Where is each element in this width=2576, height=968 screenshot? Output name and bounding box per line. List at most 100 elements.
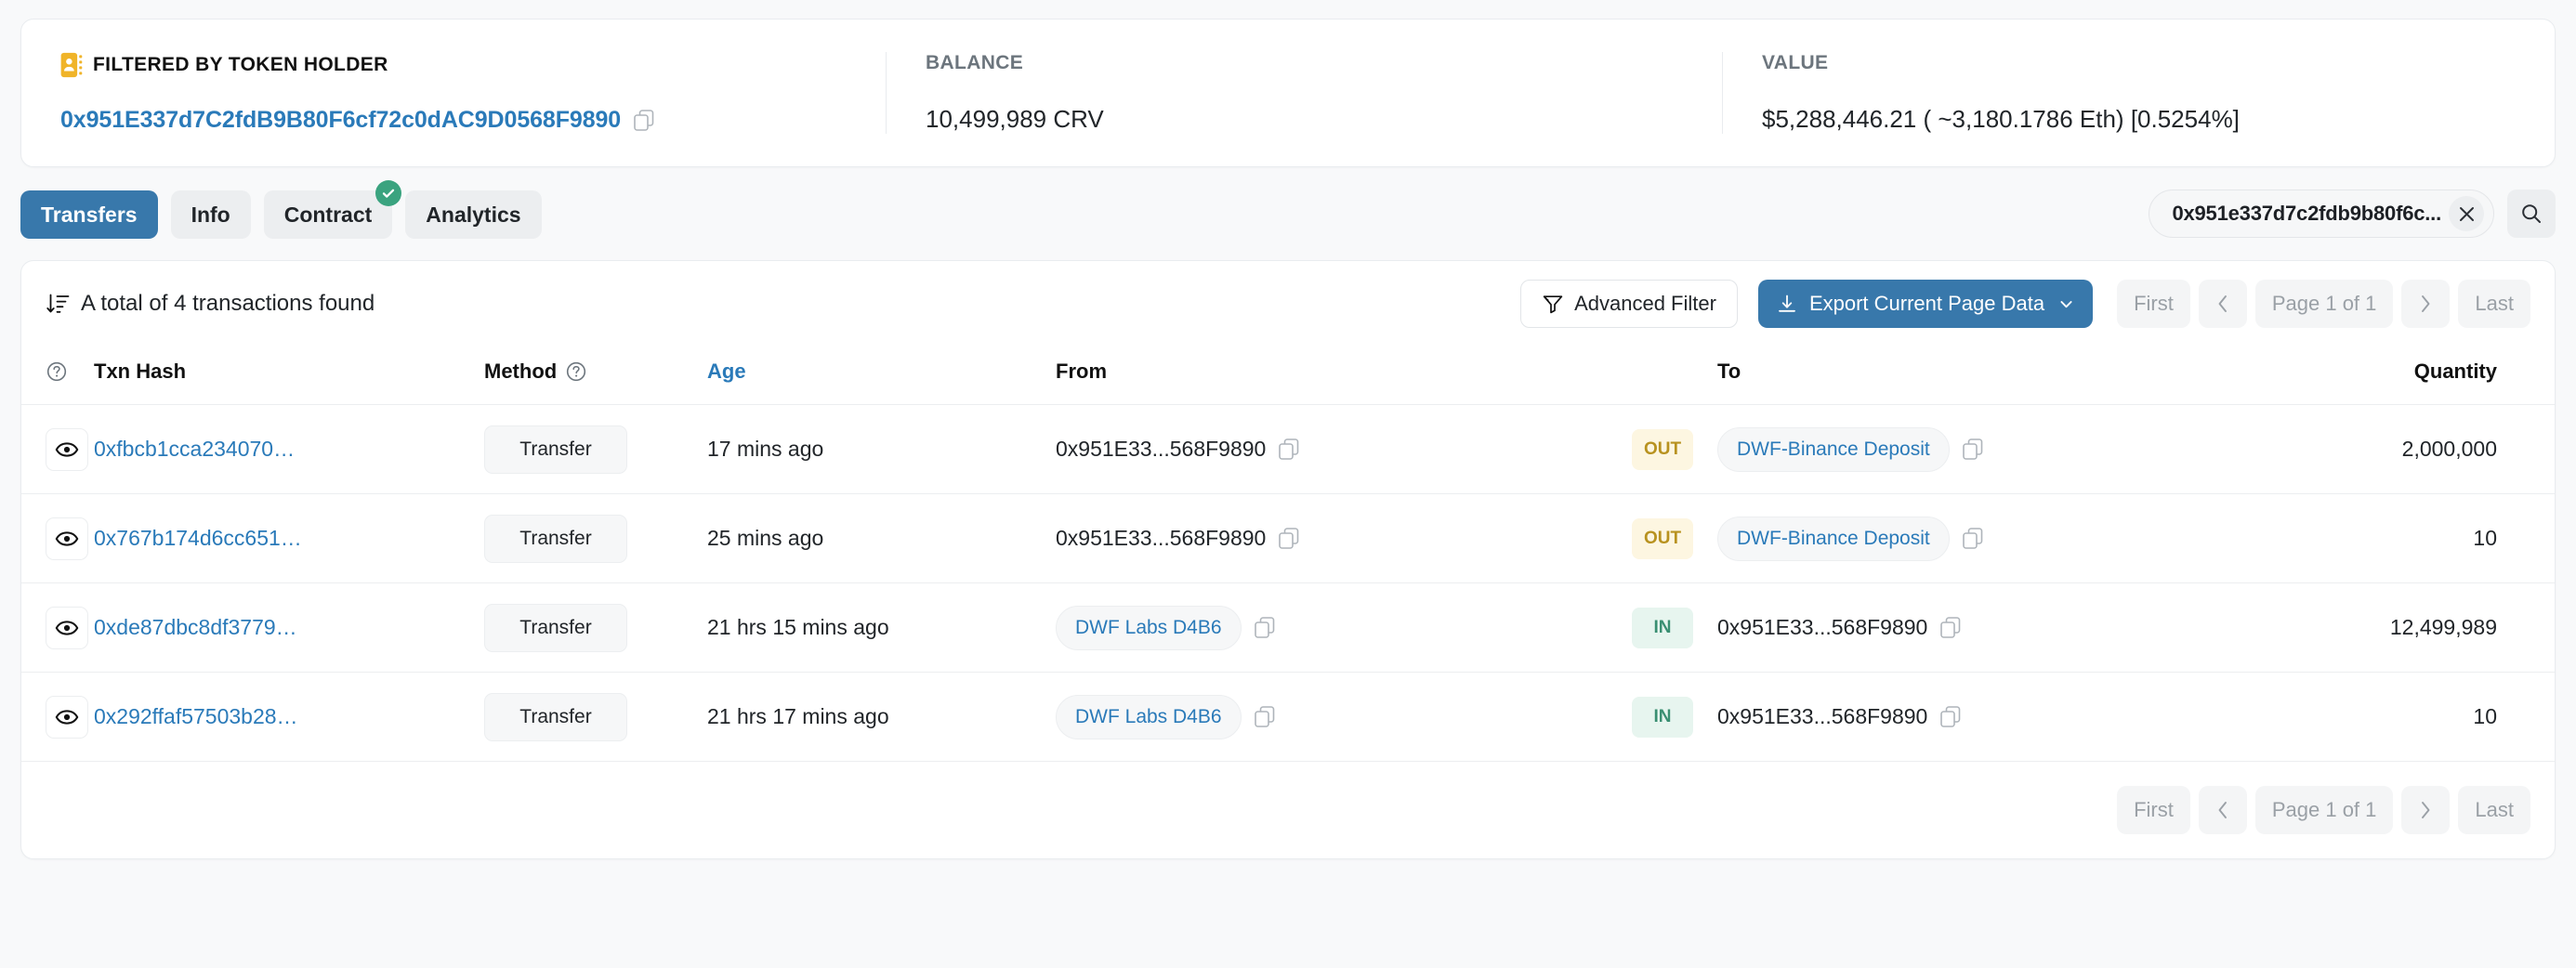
- chevron-left-icon: [2218, 802, 2227, 818]
- copy-icon[interactable]: [1962, 528, 1983, 549]
- preview-button[interactable]: [46, 427, 88, 471]
- row-to-cell: DWF-Binance Deposit: [1717, 404, 2256, 494]
- from-address-chip[interactable]: DWF Labs D4B6: [1056, 605, 1242, 650]
- clear-search-button[interactable]: [2449, 196, 2484, 231]
- pagination-next-button-bottom[interactable]: [2401, 786, 2451, 834]
- header-method: Method: [484, 347, 707, 405]
- tab-info[interactable]: Info: [170, 190, 251, 239]
- tab-analytics[interactable]: Analytics: [405, 190, 542, 239]
- copy-icon[interactable]: [634, 110, 654, 131]
- from-address: 0x951E33...568F9890: [1056, 526, 1267, 550]
- filter-address-row: 0x951E337d7C2fdB9B80F6cf72c0dAC9D0568F98…: [60, 107, 847, 134]
- row-direction-cell: OUT: [1632, 404, 1717, 494]
- filter-label-text: FILTERED BY TOKEN HOLDER: [93, 54, 388, 75]
- copy-icon[interactable]: [1962, 438, 1983, 460]
- copy-icon[interactable]: [1279, 528, 1299, 549]
- copy-icon[interactable]: [1254, 706, 1275, 727]
- table-row: 0x292ffaf57503b28… Transfer 21 hrs 17 mi…: [21, 672, 2555, 762]
- row-quantity-cell: 10: [2256, 672, 2555, 762]
- chevron-down-icon: [2060, 300, 2072, 307]
- advanced-filter-label: Advanced Filter: [1574, 292, 1716, 315]
- method-chip[interactable]: Transfer: [484, 514, 627, 563]
- txn-hash-link[interactable]: 0x292ffaf57503b28…: [94, 704, 298, 728]
- pagination-first-button-top[interactable]: First: [2117, 280, 2190, 328]
- total-transactions-text: A total of 4 transactions found: [81, 291, 375, 316]
- to-address-chip[interactable]: DWF-Binance Deposit: [1717, 426, 1950, 472]
- pagination-prev-button-top[interactable]: [2198, 280, 2247, 328]
- pagination-prev-button-bottom[interactable]: [2198, 786, 2247, 834]
- token-holder-summary-card: FILTERED BY TOKEN HOLDER 0x951E337d7C2fd…: [20, 19, 2556, 167]
- txn-hash-link[interactable]: 0x767b174d6cc651…: [94, 526, 302, 550]
- row-quantity-cell: 10: [2256, 493, 2555, 583]
- pagination-next-button-top[interactable]: [2401, 280, 2451, 328]
- header-direction: [1632, 347, 1717, 405]
- header-from: From: [1056, 347, 1632, 405]
- copy-icon[interactable]: [1254, 617, 1275, 638]
- filtered-by-token-holder-section: FILTERED BY TOKEN HOLDER 0x951E337d7C2fd…: [21, 52, 886, 134]
- direction-badge: OUT: [1632, 517, 1693, 559]
- row-direction-cell: IN: [1632, 582, 1717, 673]
- quantity-value: 10: [2473, 704, 2497, 728]
- question-circle-icon[interactable]: [46, 360, 68, 383]
- from-address-chip[interactable]: DWF Labs D4B6: [1056, 694, 1242, 739]
- eye-icon: [55, 441, 79, 457]
- quantity-value: 10: [2473, 526, 2497, 550]
- search-input[interactable]: 0x951e337d7c2fdb9b80f6c...: [2149, 190, 2494, 238]
- search-button[interactable]: [2507, 190, 2556, 238]
- pagination-first-button-bottom[interactable]: First: [2117, 786, 2190, 834]
- tab-contract-label: Contract: [283, 202, 373, 227]
- tab-bar: Transfers Info Contract Analytics 0x951e…: [20, 180, 2556, 240]
- preview-button[interactable]: [46, 695, 88, 739]
- pagination-bottom: First Page 1 of 1 Last: [2117, 786, 2530, 834]
- pagination-last-button-bottom[interactable]: Last: [2458, 786, 2530, 834]
- row-method-cell: Transfer: [484, 582, 707, 673]
- tab-contract[interactable]: Contract: [263, 180, 402, 239]
- table-row: 0xde87dbc8df3779… Transfer 21 hrs 15 min…: [21, 582, 2555, 673]
- row-preview-cell: [21, 404, 94, 494]
- direction-badge: OUT: [1632, 428, 1693, 470]
- pagination-page-indicator-bottom[interactable]: Page 1 of 1: [2254, 786, 2394, 834]
- search-input-value: 0x951e337d7c2fdb9b80f6c...: [2172, 202, 2441, 225]
- filter-label-row: FILTERED BY TOKEN HOLDER: [60, 52, 847, 78]
- quantity-value: 12,499,989: [2389, 615, 2497, 639]
- preview-button[interactable]: [46, 606, 88, 649]
- method-chip[interactable]: Transfer: [484, 692, 627, 741]
- direction-badge: IN: [1632, 696, 1693, 738]
- method-chip[interactable]: Transfer: [484, 425, 627, 474]
- token-holder-address-link[interactable]: 0x951E337d7C2fdB9B80F6cf72c0dAC9D0568F98…: [60, 107, 621, 134]
- from-address: 0x951E33...568F9890: [1056, 437, 1267, 461]
- value-section: VALUE $5,288,446.21 ( ~3,180.1786 Eth) […: [1722, 52, 2555, 134]
- row-method-cell: Transfer: [484, 404, 707, 494]
- header-info: [21, 347, 94, 405]
- row-age-cell: 17 mins ago: [707, 404, 1056, 494]
- to-address-chip[interactable]: DWF-Binance Deposit: [1717, 516, 1950, 561]
- row-from-cell: 0x951E33...568F9890: [1056, 404, 1632, 494]
- eye-icon: [55, 709, 79, 725]
- chevron-right-icon: [2422, 295, 2430, 312]
- copy-icon[interactable]: [1940, 706, 1961, 727]
- download-icon: [1779, 294, 1795, 312]
- table-toolbar: A total of 4 transactions found Advanced…: [21, 261, 2555, 347]
- export-current-page-data-button[interactable]: Export Current Page Data: [1757, 280, 2094, 328]
- row-age-cell: 25 mins ago: [707, 493, 1056, 583]
- copy-icon[interactable]: [1279, 438, 1299, 460]
- export-label: Export Current Page Data: [1808, 292, 2045, 315]
- header-age[interactable]: Age: [707, 347, 1056, 405]
- pagination-page-indicator-top[interactable]: Page 1 of 1: [2254, 280, 2394, 328]
- question-circle-icon[interactable]: [565, 360, 587, 383]
- sort-descending-icon: [46, 294, 70, 313]
- txn-hash-link[interactable]: 0xfbcb1cca234070…: [94, 437, 295, 461]
- advanced-filter-button[interactable]: Advanced Filter: [1520, 280, 1738, 328]
- txn-hash-link[interactable]: 0xde87dbc8df3779…: [94, 615, 297, 639]
- row-txn-hash-cell: 0x292ffaf57503b28…: [94, 672, 484, 762]
- row-direction-cell: IN: [1632, 672, 1717, 762]
- tab-info-label: Info: [191, 202, 230, 227]
- copy-icon[interactable]: [1940, 617, 1961, 638]
- method-chip[interactable]: Transfer: [484, 603, 627, 652]
- quantity-value: 2,000,000: [2401, 437, 2497, 461]
- preview-button[interactable]: [46, 517, 88, 560]
- tab-transfers[interactable]: Transfers: [20, 190, 158, 239]
- pagination-top: First Page 1 of 1 Last: [2117, 280, 2530, 328]
- pagination-last-button-top[interactable]: Last: [2458, 280, 2530, 328]
- transfers-table-card: A total of 4 transactions found Advanced…: [20, 260, 2556, 859]
